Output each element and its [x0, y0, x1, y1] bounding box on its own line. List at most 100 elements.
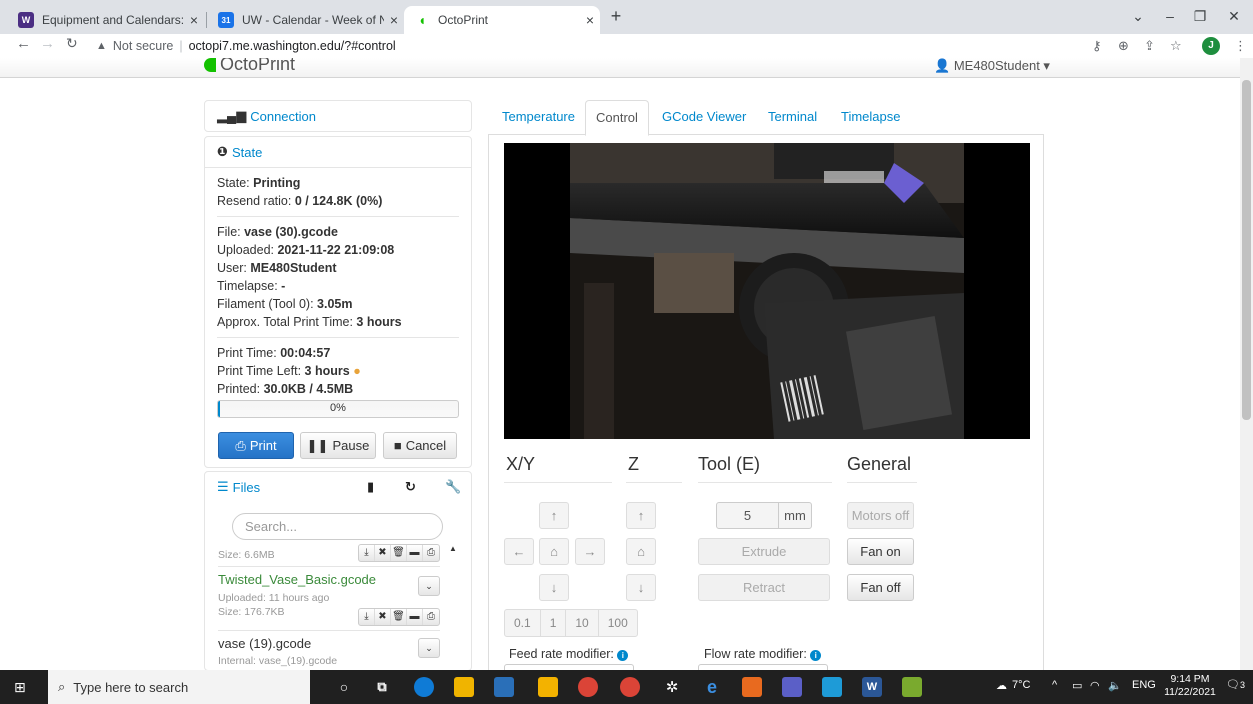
state-header[interactable]: ❶ State [205, 137, 471, 167]
download-icon[interactable]: ⤓ [359, 545, 375, 561]
info-icon[interactable]: i [810, 650, 822, 661]
minimize-icon[interactable]: – [1156, 4, 1184, 28]
trash-icon[interactable]: 🗑 [391, 609, 407, 625]
print-button[interactable]: ⎙ Print [218, 432, 294, 459]
battery-icon[interactable]: ▭ [1072, 679, 1082, 692]
clock[interactable]: 9:14 PM 11/22/2021 [1164, 673, 1216, 699]
folder-icon[interactable]: ▬ [407, 545, 423, 561]
user-menu[interactable]: 👤 ME480Student ▾ [934, 58, 1050, 74]
sticky-notes-icon[interactable] [538, 677, 558, 697]
info-icon[interactable]: i [617, 650, 629, 661]
file-explorer-icon[interactable] [454, 677, 474, 697]
file-list-scrollbar[interactable]: ▲ [446, 542, 462, 670]
weather-icon[interactable]: ☁ [996, 679, 1007, 692]
tray-chevron-icon[interactable]: ^ [1052, 679, 1057, 691]
maximize-icon[interactable]: ❐ [1186, 4, 1214, 28]
close-tab-icon[interactable]: × [384, 12, 404, 28]
scroll-up-icon[interactable]: ▲ [449, 544, 457, 553]
retract-button[interactable]: Retract [698, 574, 830, 601]
trash-icon[interactable]: 🗑 [391, 545, 407, 561]
remove-icon[interactable]: ✖ [375, 609, 391, 625]
motors-off-button[interactable]: Motors off [847, 502, 914, 529]
new-tab-button[interactable]: + [602, 4, 630, 28]
browser-menu-icon[interactable]: ⋮ [1234, 38, 1247, 54]
print-file-icon[interactable]: ⎙ [423, 609, 439, 625]
step-0-1-button[interactable]: 0.1 [505, 610, 541, 636]
sd-card-icon[interactable]: ▮ [367, 479, 374, 495]
tab-control[interactable]: Control [585, 100, 649, 136]
close-window-icon[interactable]: ✕ [1220, 4, 1248, 28]
tab-temperature[interactable]: Temperature [492, 100, 585, 135]
remove-icon[interactable]: ✖ [375, 545, 391, 561]
file-search-input[interactable]: Search... [232, 513, 443, 540]
connection-header[interactable]: ▂▄▆ Connection [205, 101, 471, 131]
close-tab-icon[interactable]: × [184, 12, 204, 28]
settings-gear-icon[interactable]: ✲ [662, 677, 682, 697]
tab-search-chevron-icon[interactable]: ⌄ [1124, 4, 1152, 28]
notifications-icon[interactable]: 🗨3 [1226, 678, 1245, 691]
wifi-icon[interactable]: ◠ [1090, 679, 1100, 692]
edge-icon[interactable] [414, 677, 434, 697]
refresh-icon[interactable]: ↻ [405, 479, 416, 495]
download-icon[interactable]: ⤓ [359, 609, 375, 625]
file-dropdown-chevron-icon[interactable]: ⌄ [418, 638, 440, 658]
step-100-button[interactable]: 100 [599, 610, 637, 636]
language-indicator[interactable]: ENG [1132, 679, 1156, 691]
reload-icon[interactable]: ↻ [66, 35, 78, 52]
print-file-icon[interactable]: ⎙ [423, 545, 439, 561]
windows-start-icon[interactable]: ⊞ [14, 679, 26, 696]
cancel-button[interactable]: ■ Cancel [383, 432, 457, 459]
back-icon[interactable]: ← [16, 35, 31, 52]
page-scrollbar-thumb[interactable] [1242, 80, 1251, 420]
file-dropdown-chevron-icon[interactable]: ⌄ [418, 576, 440, 596]
teams-icon[interactable] [782, 677, 802, 697]
step-10-button[interactable]: 10 [566, 610, 599, 636]
chrome-icon[interactable] [578, 677, 598, 697]
fan-off-button[interactable]: Fan off [847, 574, 914, 601]
pause-button[interactable]: ❚❚ Pause [300, 432, 376, 459]
wrench-icon[interactable]: 🔧 [445, 479, 461, 495]
home-z-button[interactable]: ⌂ [626, 538, 656, 565]
tab-terminal[interactable]: Terminal [758, 100, 827, 135]
home-xy-button[interactable]: ⌂ [539, 538, 569, 565]
chrome-active-icon[interactable] [620, 677, 640, 697]
weather-temp[interactable]: 7°C [1012, 679, 1030, 691]
tab-timelapse[interactable]: Timelapse [831, 100, 910, 135]
task-view-icon[interactable]: ⧉ [372, 677, 392, 697]
profile-avatar[interactable]: J [1202, 37, 1220, 55]
store-icon[interactable] [494, 677, 514, 697]
cortana-icon[interactable]: ○ [334, 677, 354, 697]
address-bar[interactable]: ▲ Not secure | octopi7.me.washington.edu… [96, 35, 396, 57]
step-1-button[interactable]: 1 [541, 610, 567, 636]
browser-tab-octoprint[interactable]: ◖ OctoPrint × [404, 6, 600, 34]
folder-icon[interactable]: ▬ [407, 609, 423, 625]
share-icon[interactable]: ⇪ [1144, 38, 1155, 54]
jog-x-plus-button[interactable]: → [575, 538, 605, 565]
cura-icon[interactable] [822, 677, 842, 697]
files-header[interactable]: ☰ Files ▮ ↻ 🔧 [205, 472, 471, 502]
fan-on-button[interactable]: Fan on [847, 538, 914, 565]
volume-icon[interactable]: 🔈 [1108, 679, 1122, 692]
browser-tab-equipment[interactable]: W Equipment and Calendars: M E 4( × [8, 6, 204, 34]
tab-gcode-viewer[interactable]: GCode Viewer [652, 100, 756, 135]
browser-tab-calendar[interactable]: 31 UW - Calendar - Week of Novem × [208, 6, 404, 34]
page-scrollbar[interactable] [1240, 58, 1253, 670]
word-icon[interactable]: W [862, 677, 882, 697]
jog-y-minus-button[interactable]: ↓ [539, 574, 569, 601]
file-name[interactable]: Twisted_Vase_Basic.gcode [218, 572, 440, 587]
extrude-button[interactable]: Extrude [698, 538, 830, 565]
jog-z-plus-button[interactable]: ↑ [626, 502, 656, 529]
taskbar-search[interactable]: ⌕ Type here to search [48, 670, 310, 704]
forward-icon[interactable]: → [40, 35, 55, 52]
octoprint-brand[interactable]: OctoPrint [204, 58, 295, 75]
close-tab-icon[interactable]: × [580, 12, 600, 28]
extrude-amount-input[interactable]: 5 [717, 503, 779, 528]
key-icon[interactable]: ⚷ [1092, 38, 1102, 54]
file-name[interactable]: vase (19).gcode [218, 636, 440, 651]
internet-explorer-icon[interactable]: e [702, 677, 722, 697]
file-list-item[interactable]: vase (19).gcode ⌄ Internal: vase_(19).gc… [218, 636, 440, 670]
jog-z-minus-button[interactable]: ↓ [626, 574, 656, 601]
file-list-item[interactable]: Size: 6.6MB ⤓ ✖ 🗑 ▬ ⎙ [218, 542, 440, 564]
file-list-item[interactable]: Twisted_Vase_Basic.gcode ⌄ Uploaded: 11 … [218, 572, 440, 628]
bookmark-star-icon[interactable]: ☆ [1170, 38, 1182, 54]
